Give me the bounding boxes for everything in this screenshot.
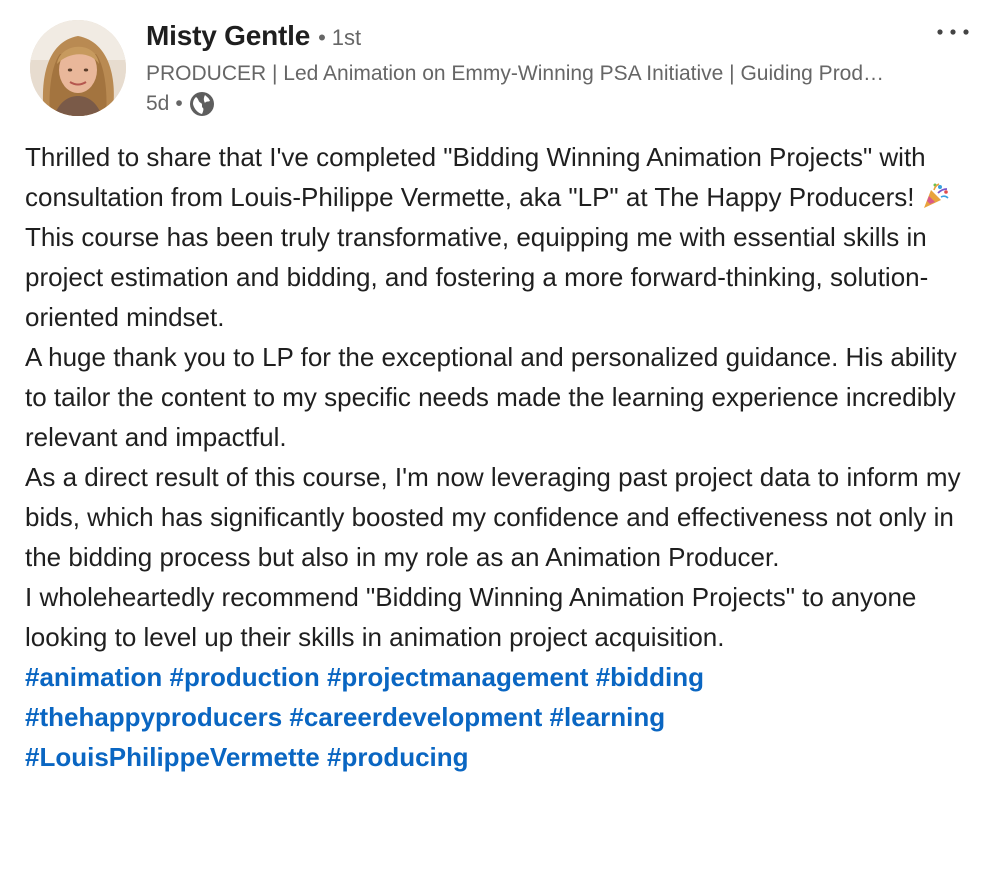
separator-dot: • [175, 92, 183, 115]
party-popper-icon [920, 181, 950, 211]
hashtag-thehappyproducers[interactable]: #thehappyproducers [25, 702, 282, 732]
post-timestamp: 5d • [146, 89, 906, 119]
hashtag-production[interactable]: #production [169, 662, 319, 692]
hashtag-bidding[interactable]: #bidding [596, 662, 704, 692]
hashtag-list: #animation #production #projectmanagemen… [25, 657, 970, 777]
separator-dot: • [318, 25, 326, 50]
post-paragraph: This course has been truly transformativ… [25, 222, 929, 332]
hashtag-animation[interactable]: #animation [25, 662, 162, 692]
post-paragraph: Thrilled to share that I've completed "B… [25, 137, 970, 217]
hashtag-learning[interactable]: #learning [550, 702, 666, 732]
hashtag-projectmanagement[interactable]: #projectmanagement [327, 662, 589, 692]
post-paragraph: As a direct result of this course, I'm n… [25, 462, 961, 572]
more-options-button[interactable] [935, 22, 971, 42]
connection-degree-label: 1st [331, 25, 362, 50]
connection-degree: • 1st [318, 25, 361, 51]
hashtag-louisphilippevermette[interactable]: #LouisPhilippeVermette [25, 742, 320, 772]
posted-ago: 5d [146, 92, 170, 115]
post-paragraph: I wholeheartedly recommend "Bidding Winn… [25, 582, 917, 652]
post-body: Thrilled to share that I've completed "B… [25, 137, 970, 777]
post-paragraph: A huge thank you to LP for the exception… [25, 342, 957, 452]
globe-icon [189, 91, 215, 117]
author-meta: Misty Gentle • 1st PRODUCER | Led Animati… [146, 20, 906, 119]
feed-post: Misty Gentle • 1st PRODUCER | Led Animati… [0, 0, 986, 890]
author-headline: PRODUCER | Led Animation on Emmy-Winning… [146, 62, 886, 85]
paragraph-text: Thrilled to share that I've completed "B… [25, 142, 926, 212]
post-header: Misty Gentle • 1st PRODUCER | Led Animati… [30, 20, 960, 120]
avatar-photo [30, 20, 126, 116]
author-name[interactable]: Misty Gentle [146, 20, 310, 52]
hashtag-careerdevelopment[interactable]: #careerdevelopment [289, 702, 542, 732]
hashtag-producing[interactable]: #producing [327, 742, 469, 772]
more-horizontal-icon [937, 29, 969, 35]
avatar[interactable] [30, 20, 126, 116]
